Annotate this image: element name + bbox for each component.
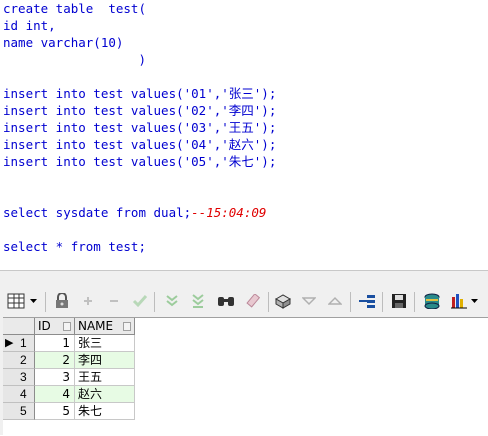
chart-icon[interactable] (449, 291, 469, 311)
column-sort-button[interactable] (123, 322, 131, 331)
table-cell-name[interactable]: 赵六 (75, 386, 135, 403)
fetch-last-icon[interactable] (188, 291, 208, 311)
row-number: 1 (20, 336, 27, 350)
row-indicator[interactable]: 4 (3, 386, 35, 403)
column-sort-button[interactable] (63, 322, 71, 331)
code-line: insert into test values('05','朱七'); (3, 154, 277, 169)
sql-comment: --15:04:09 (191, 205, 267, 220)
table-cell-name[interactable]: 王五 (75, 369, 135, 386)
toolbar-separator (414, 292, 415, 312)
dropdown-arrow-icon[interactable] (469, 291, 481, 311)
code-line: insert into test values('01','张三'); (3, 86, 277, 101)
row-number: 3 (20, 370, 27, 384)
row-indicator[interactable]: 2 (3, 352, 35, 369)
table-cell-name[interactable]: 李四 (75, 352, 135, 369)
table-cell-id[interactable]: 2 (35, 352, 75, 369)
toolbar-separator (350, 292, 351, 312)
table-cell-name[interactable]: 张三 (75, 335, 135, 352)
code-line: select * from test; (3, 239, 146, 254)
column-header-name[interactable]: NAME (75, 318, 135, 335)
post-record-icon[interactable] (130, 291, 150, 311)
fetch-next-icon[interactable] (162, 291, 182, 311)
row-indicator[interactable]: ▶ 1 (3, 335, 35, 352)
row-number: 5 (20, 404, 27, 418)
code-line: name varchar(10) (3, 35, 124, 50)
toolbar-separator (45, 292, 46, 312)
query-by-example-icon[interactable] (273, 291, 293, 311)
grid-toolbar (0, 289, 488, 315)
next-icon[interactable] (325, 291, 345, 311)
toolbar-separator (382, 292, 383, 312)
grid-view-icon[interactable] (6, 291, 26, 311)
table-cell-id[interactable]: 3 (35, 369, 75, 386)
clear-icon[interactable] (244, 291, 264, 311)
sql-editor[interactable]: create table test( id int, name varchar(… (0, 0, 488, 270)
result-grid[interactable]: ID NAME ▶ 1 1 张三 2 2 李四 3 3 王五 4 4 赵六 5 … (3, 317, 488, 436)
find-icon[interactable] (216, 291, 236, 311)
lock-icon[interactable] (52, 291, 72, 311)
code-line: ) (3, 52, 146, 67)
toolbar-separator (154, 292, 155, 312)
code-line-sysdate: select sysdate from dual;--15:04:09 (3, 204, 266, 221)
previous-icon[interactable] (299, 291, 319, 311)
column-header-id[interactable]: ID (35, 318, 75, 335)
table-cell-name[interactable]: 朱七 (75, 403, 135, 420)
export-icon[interactable] (422, 291, 442, 311)
sql-statement: select sysdate from dual; (3, 205, 192, 220)
row-indicator[interactable]: 3 (3, 369, 35, 386)
code-line: insert into test values('04','赵六'); (3, 137, 277, 152)
delete-record-icon[interactable] (104, 291, 124, 311)
column-header-label: ID (38, 319, 51, 333)
dropdown-arrow-icon[interactable] (28, 291, 40, 311)
row-indicator[interactable]: 5 (3, 403, 35, 420)
add-record-icon[interactable] (78, 291, 98, 311)
code-line: create table test( (3, 1, 146, 16)
save-icon[interactable] (389, 291, 409, 311)
column-header-label: NAME (78, 319, 114, 333)
table-cell-id[interactable]: 1 (35, 335, 75, 352)
row-number: 2 (20, 353, 27, 367)
record-navigator-icon[interactable] (357, 291, 377, 311)
table-cell-id[interactable]: 5 (35, 403, 75, 420)
toolbar-separator (268, 292, 269, 312)
code-line: id int, (3, 18, 56, 33)
code-line: insert into test values('03','王五'); (3, 120, 277, 135)
current-row-marker: ▶ (5, 337, 14, 349)
code-line: insert into test values('02','李四'); (3, 103, 277, 118)
row-number: 4 (20, 387, 27, 401)
grid-corner[interactable] (3, 318, 35, 335)
table-cell-id[interactable]: 4 (35, 386, 75, 403)
